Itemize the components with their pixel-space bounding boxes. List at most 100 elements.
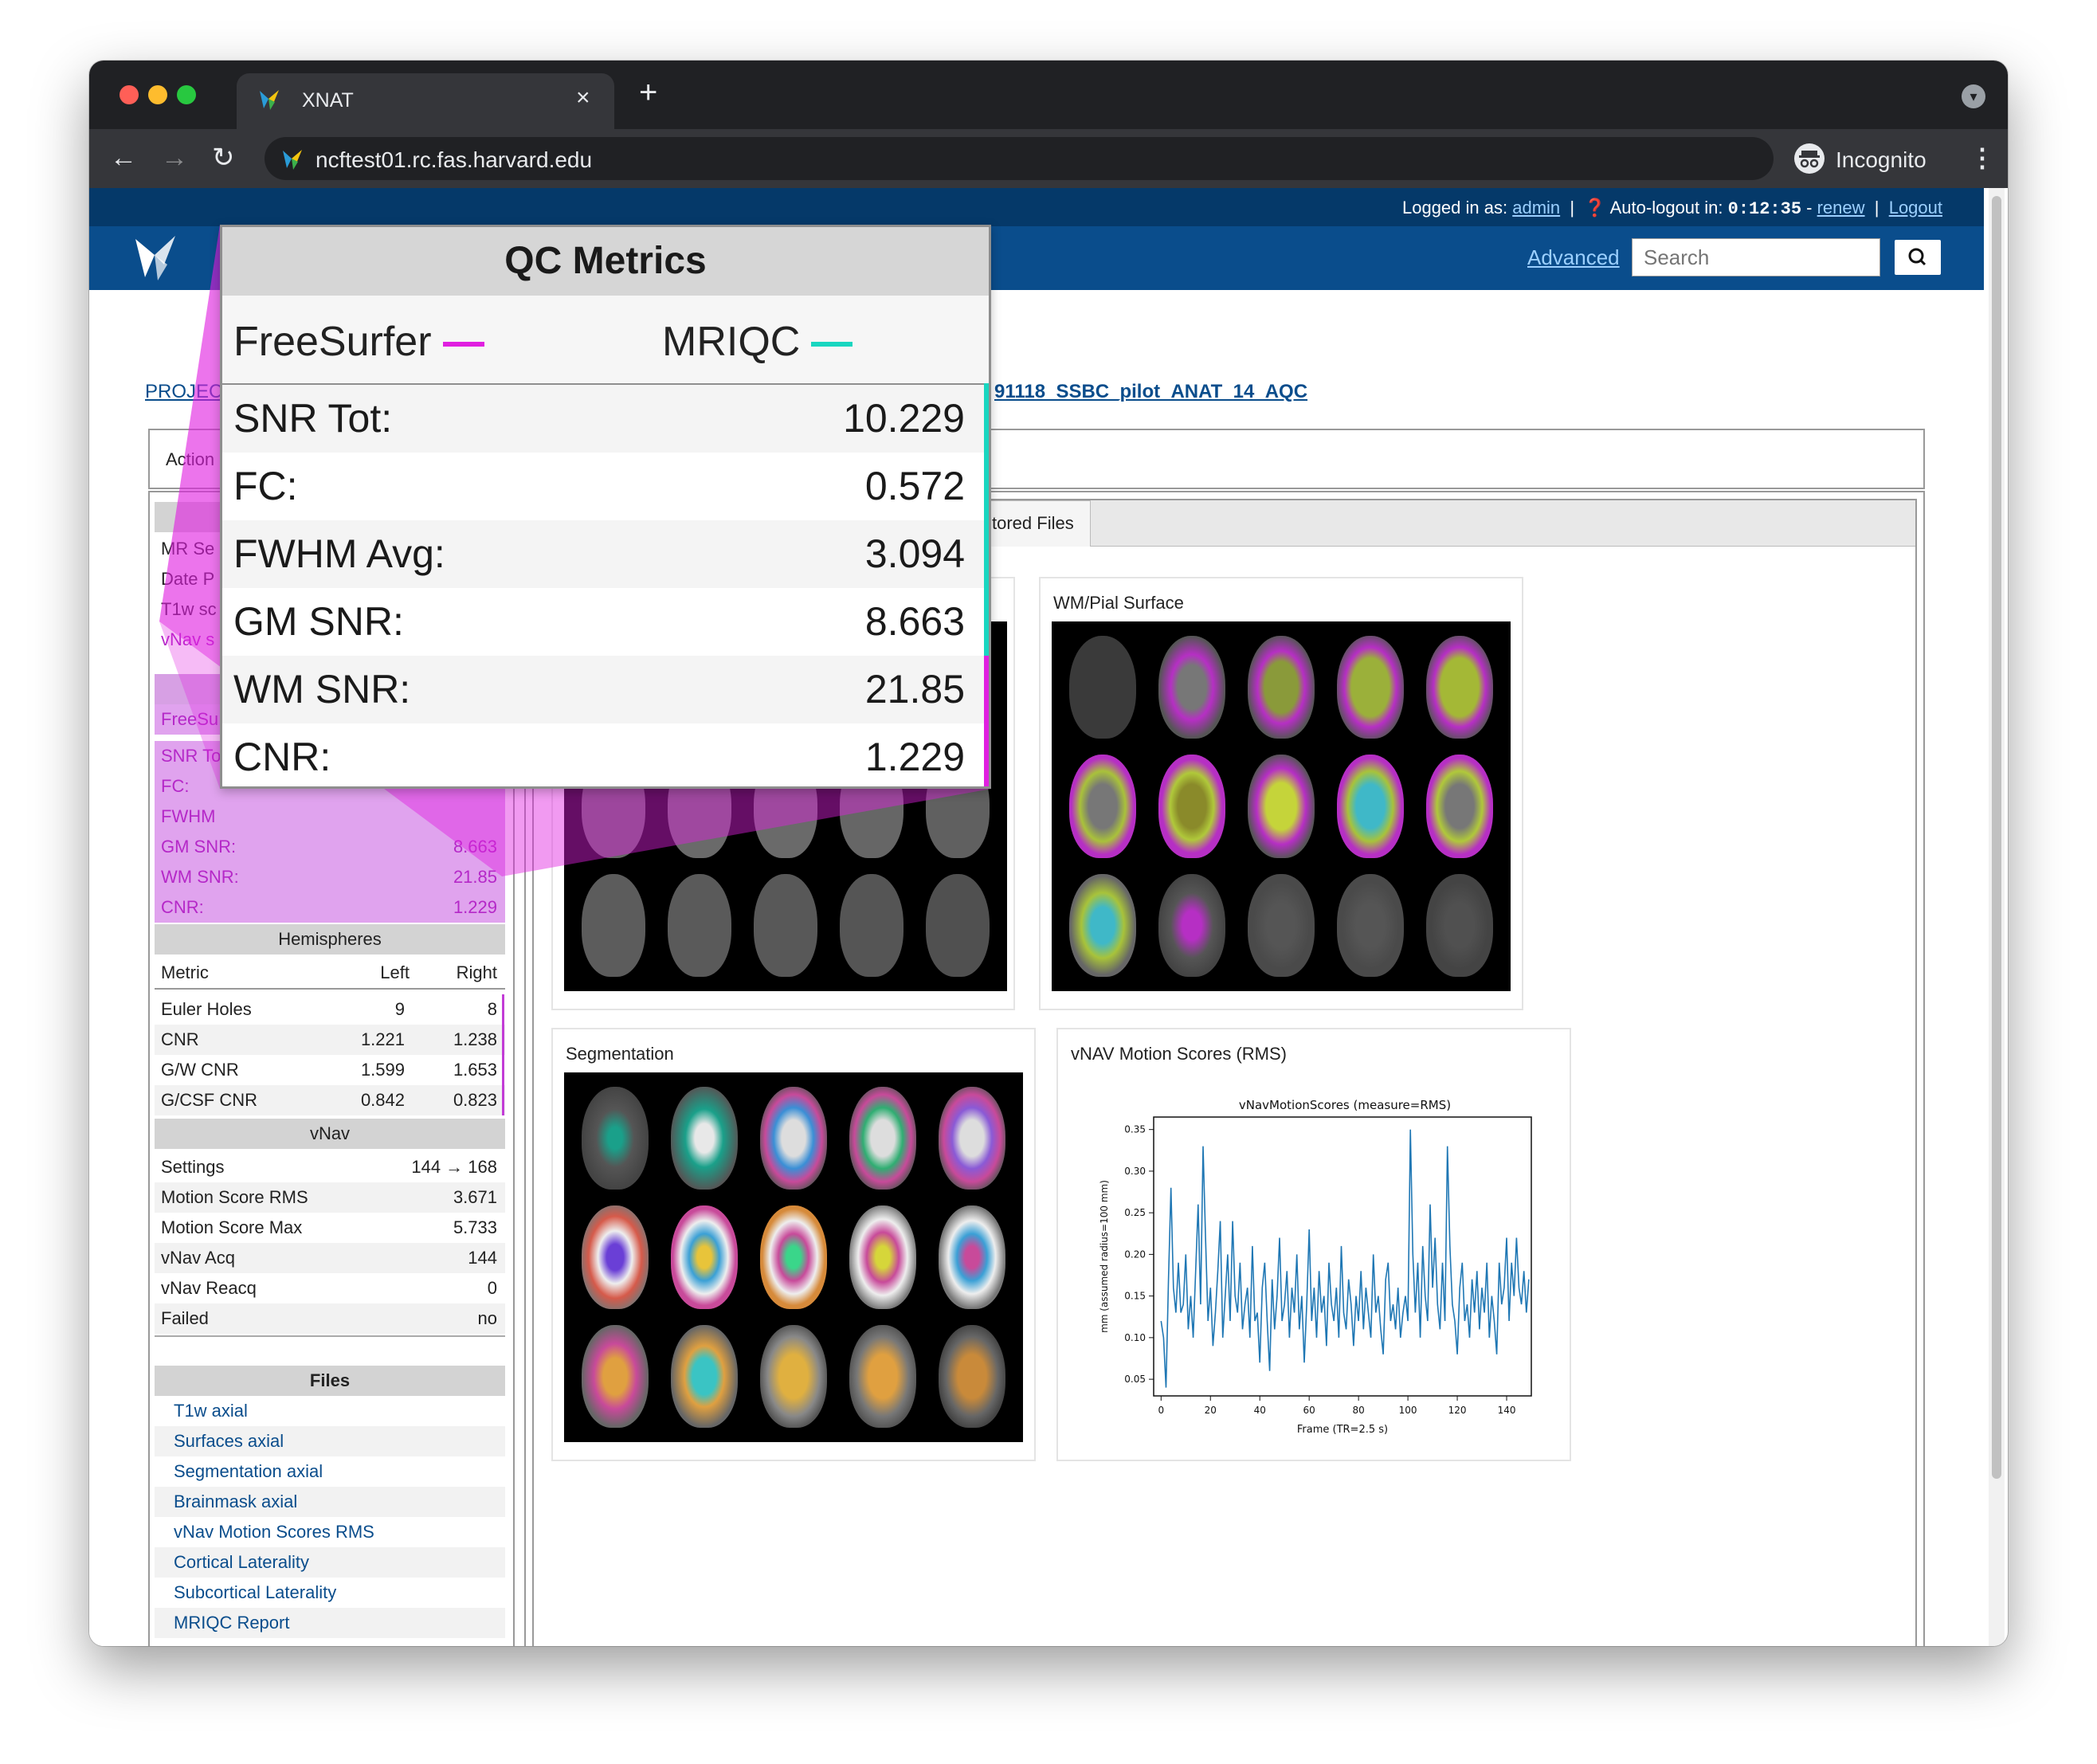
file-link[interactable]: Subcortical Laterality (155, 1578, 505, 1608)
vnav-row: vNav Acq 144 (155, 1243, 505, 1273)
back-icon[interactable]: ← (110, 142, 137, 174)
vnav-row: Motion Score Max 5.733 (161, 1217, 497, 1237)
xnat-logo-icon[interactable] (132, 233, 178, 282)
qc-row: CNR: 1.229 (155, 892, 505, 923)
vnav-row: vNav Reacq 0 (161, 1278, 497, 1298)
user-bar: Logged in as: admin | ❓ Auto-logout in: … (89, 188, 1984, 226)
advanced-search-link[interactable]: Advanced (1527, 245, 1620, 270)
segmentation-card: Segmentation (551, 1028, 1036, 1461)
x-tick-label: 20 (1205, 1405, 1217, 1416)
file-link[interactable]: Segmentation axial (155, 1456, 505, 1487)
vnav-row: Motion Score RMS 3.671 (155, 1182, 505, 1213)
search-button[interactable] (1893, 238, 1942, 276)
x-tick-label: 100 (1399, 1405, 1417, 1416)
qc-metric-row: GM SNR: 8.663 (233, 599, 965, 644)
table-divider (155, 1335, 505, 1337)
x-tick-label: 140 (1498, 1405, 1516, 1416)
hemisphere-row: CNR 1.221 1.238 (155, 1025, 505, 1055)
file-link[interactable]: Brainmask axial (155, 1487, 505, 1517)
incognito-label: Incognito (1836, 147, 1926, 172)
qc-metric-row: WM SNR: 21.85 (222, 656, 984, 723)
tab-stored-files[interactable]: tored Files (985, 500, 1091, 547)
wm-pial-title: WM/Pial Surface (1053, 593, 1184, 613)
file-link[interactable]: vNav Motion Scores RMS (155, 1517, 505, 1547)
hemispheres-header: Hemispheres (155, 924, 505, 955)
files-header: Files (155, 1366, 505, 1396)
legend-mriqc: MRIQC (662, 318, 853, 366)
vnav-motion-card: vNAV Motion Scores (RMS) vNavMotionScore… (1056, 1028, 1571, 1461)
xnat-favicon-icon (260, 90, 279, 110)
qc-row: GM SNR: 8.663 (155, 832, 505, 862)
legend-freesurfer: FreeSurfer (233, 318, 484, 366)
qc-metrics-title: QC Metrics (222, 227, 989, 296)
hemisphere-row: G/CSF CNR 0.842 0.823 (155, 1085, 505, 1115)
vnav-row: Settings 144 → 168 (161, 1157, 497, 1177)
logout-link[interactable]: Logout (1889, 198, 1942, 218)
breadcrumb-project[interactable]: PROJEC (145, 381, 222, 403)
vnav-row: Failed no (155, 1303, 505, 1334)
browser-menu-icon[interactable]: ⋮ (1970, 142, 1995, 174)
mriqc-swatch (811, 342, 853, 347)
search-icon (1908, 248, 1926, 266)
vertical-scrollbar[interactable] (1989, 188, 2005, 1646)
scrollbar-thumb[interactable] (1992, 196, 2001, 1479)
vnav-motion-chart[interactable]: vNavMotionScores (measure=RMS) 0.05 0.10 0… (1074, 1085, 1552, 1444)
qc-metric-row: CNR: 1.229 (233, 735, 965, 779)
tab-title: XNAT (302, 89, 354, 112)
user-link[interactable]: admin (1512, 198, 1560, 218)
reload-icon[interactable]: ↻ (212, 142, 235, 174)
mriqc-indicator (984, 383, 989, 656)
breadcrumb-experiment[interactable]: 91118_SSBC_pilot_ANAT_14_AQC (994, 381, 1307, 403)
y-tick-label: 0.25 (1124, 1207, 1146, 1218)
new-tab-button[interactable]: + (639, 76, 657, 108)
qc-row: WM SNR: 21.85 (155, 862, 505, 892)
file-link[interactable]: Cortical Laterality (155, 1547, 505, 1578)
actions-label[interactable]: Action (166, 449, 214, 470)
x-axis-label: Frame (TR=2.5 s) (1297, 1424, 1388, 1436)
url-text[interactable]: ncftest01.rc.fas.harvard.edu (316, 147, 592, 173)
browser-tab[interactable]: XNAT × (237, 73, 614, 129)
site-favicon-icon (283, 150, 302, 170)
qc-metric-row: FWHM Avg: 3.094 (222, 520, 984, 588)
y-tick-label: 0.05 (1124, 1374, 1146, 1385)
qc-metrics-popup: QC Metrics FreeSurfer MRIQC SNR Tot: 10.2… (220, 225, 991, 789)
close-tab-icon[interactable]: × (576, 84, 590, 112)
file-link[interactable]: MRIQC Report (155, 1608, 505, 1638)
renew-link[interactable]: renew (1817, 198, 1865, 218)
segmentation-title: Segmentation (566, 1044, 674, 1064)
y-tick-label: 0.35 (1124, 1124, 1146, 1135)
incognito-indicator[interactable]: Incognito (1786, 137, 1954, 180)
y-tick-label: 0.15 (1124, 1291, 1146, 1302)
browser-toolbar: ← → ↻ ncftest01.rc.fas.harvard.edu Incog… (89, 129, 2008, 188)
qc-row: FWHM (155, 802, 505, 832)
file-link[interactable]: Surfaces axial (155, 1426, 505, 1456)
close-window-icon[interactable] (120, 85, 139, 104)
y-tick-label: 0.20 (1124, 1249, 1146, 1260)
x-axis: 0 20 40 60 80 100 120 140 (1158, 1396, 1515, 1416)
vnav-motion-title: vNAV Motion Scores (RMS) (1071, 1044, 1287, 1064)
minimize-window-icon[interactable] (148, 85, 167, 104)
tab-strip: XNAT × + ▾ (89, 61, 2008, 129)
y-tick-label: 0.10 (1124, 1332, 1146, 1343)
wm-pial-surface-image[interactable] (1052, 621, 1511, 991)
y-axis: 0.05 0.10 0.15 0.20 0.25 0.30 0.35 (1124, 1124, 1154, 1385)
maximize-window-icon[interactable] (177, 85, 196, 104)
help-icon[interactable]: ❓ (1584, 198, 1605, 218)
freesurfer-swatch (442, 342, 484, 347)
qc-metric-row: FC: 0.572 (233, 464, 965, 508)
chart-title: vNavMotionScores (measure=RMS) (1239, 1098, 1451, 1112)
hemisphere-row: Euler Holes 9 8 (161, 999, 497, 1019)
hemisphere-row: G/W CNR 1.599 1.653 (161, 1060, 497, 1080)
wm-pial-card: WM/Pial Surface (1039, 577, 1523, 1010)
qc-metric-row: SNR Tot: 10.229 (222, 385, 984, 453)
autologout-label: Auto-logout in: (1609, 198, 1723, 218)
x-tick-label: 120 (1448, 1405, 1467, 1416)
x-tick-label: 80 (1352, 1405, 1364, 1416)
file-link[interactable]: T1w axial (155, 1396, 505, 1426)
plot-area (1153, 1116, 1532, 1397)
segmentation-image[interactable] (564, 1072, 1023, 1442)
search-input[interactable] (1632, 238, 1880, 276)
address-bar[interactable]: ncftest01.rc.fas.harvard.edu (265, 137, 1774, 180)
tab-search-icon[interactable]: ▾ (1962, 84, 1985, 108)
forward-icon[interactable]: → (161, 142, 188, 174)
